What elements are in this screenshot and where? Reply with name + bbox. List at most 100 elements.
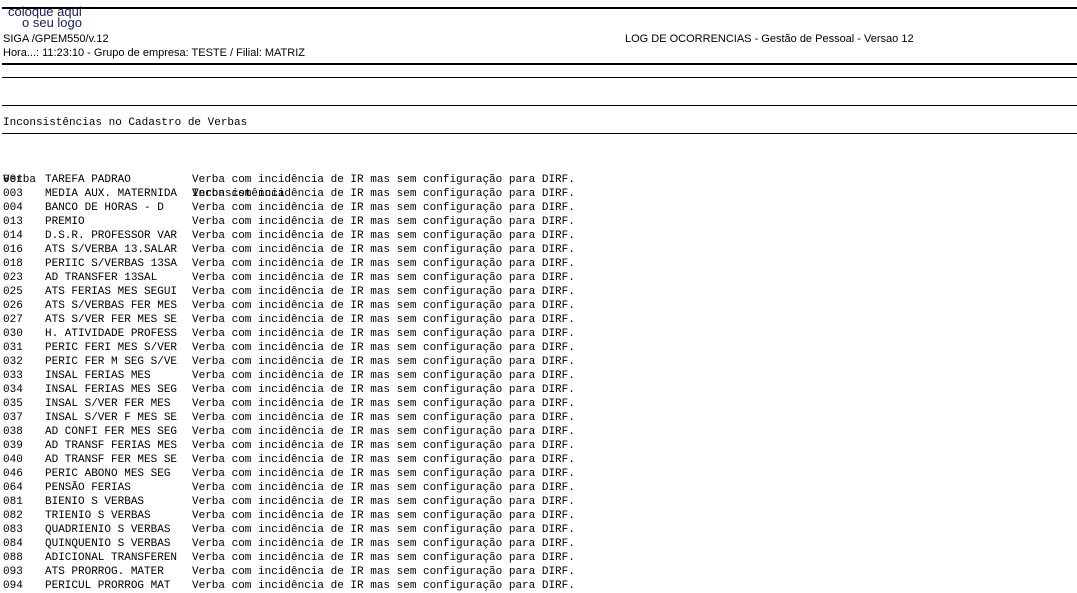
table-row: 039 AD TRANSF FERIAS MES Verba com incidên… xyxy=(3,439,575,453)
table-row: 084 QUINQUENIO S VERBAS Verba com incidênc… xyxy=(3,537,575,551)
table-row: 025 ATS FERIAS MES SEGUI Verba com incidên… xyxy=(3,285,575,299)
verba-name: ATS S/VERBA 13.SALAR xyxy=(45,244,178,256)
verba-name: INSAL S/VER FER MES xyxy=(45,398,171,410)
inconsistency-message: Verba com incidência de IR mas sem confi… xyxy=(192,286,575,298)
table-row: 014 D.S.R. PROFESSOR VAR Verba com incidên… xyxy=(3,229,575,243)
verba-name: QUADRIENIO S VERBAS xyxy=(45,524,171,536)
inconsistency-message: Verba com incidência de IR mas sem confi… xyxy=(192,552,575,564)
inconsistency-message: Verba com incidência de IR mas sem confi… xyxy=(192,496,575,508)
inconsistency-message: Verba com incidência de IR mas sem confi… xyxy=(192,188,575,200)
inconsistency-message: Verba com incidência de IR mas sem confi… xyxy=(192,468,575,480)
verba-name: AD TRANSF FERIAS MES xyxy=(45,440,178,452)
verba-code: 032 xyxy=(3,356,23,368)
table-row: 037 INSAL S/VER F MES SE Verba com incidên… xyxy=(3,411,575,425)
inconsistency-message: Verba com incidência de IR mas sem confi… xyxy=(192,230,575,242)
verba-name: TRIENIO S VERBAS xyxy=(45,510,151,522)
divider-2 xyxy=(2,105,1077,106)
verba-code: 083 xyxy=(3,524,23,536)
verba-name: ATS PRORROG. MATER xyxy=(45,566,164,578)
table-row: 030 H. ATIVIDADE PROFESS Verba com incidên… xyxy=(3,327,575,341)
table-row: 046 PERIC ABONO MES SEG Verba com incidênc… xyxy=(3,467,575,481)
verba-name: PERIC ABONO MES SEG xyxy=(45,468,171,480)
verba-name: ATS S/VER FER MES SE xyxy=(45,314,178,326)
table-row: 004 BANCO DE HORAS - D Verba com incidênci… xyxy=(3,201,575,215)
table-row: 064 PENSÃO FERIAS Verba com incidência de … xyxy=(3,481,575,495)
report-title: LOG DE OCORRENCIAS - Gestão de Pessoal -… xyxy=(625,33,914,45)
table-row: 026 ATS S/VERBAS FER MES Verba com incidên… xyxy=(3,299,575,313)
verba-name: QUINQUENIO S VERBAS xyxy=(45,538,171,550)
verba-code: 046 xyxy=(3,468,23,480)
verba-name: INSAL FERIAS MES SEG xyxy=(45,384,178,396)
verba-code: 082 xyxy=(3,510,23,522)
verba-code: 040 xyxy=(3,454,23,466)
verba-name: TAREFA PADRAO xyxy=(45,174,131,186)
verba-name: AD CONFI FER MES SEG xyxy=(45,426,178,438)
inconsistency-message: Verba com incidência de IR mas sem confi… xyxy=(192,524,575,536)
verba-code: 026 xyxy=(3,300,23,312)
verba-code: 003 xyxy=(3,188,23,200)
verba-code: 030 xyxy=(3,328,23,340)
inconsistency-message: Verba com incidência de IR mas sem confi… xyxy=(192,538,575,550)
verba-code: 018 xyxy=(3,258,23,270)
top-rule xyxy=(2,7,1077,9)
header-rule xyxy=(2,63,1077,65)
table-row: 013 PREMIO Verba com incidência de IR mas … xyxy=(3,215,575,229)
table-row: 018 PERIIC S/VERBAS 13SA Verba com incidên… xyxy=(3,257,575,271)
table-row: 027 ATS S/VER FER MES SE Verba com incidên… xyxy=(3,313,575,327)
section-title: Inconsistências no Cadastro de Verbas xyxy=(3,117,248,129)
inconsistency-message: Verba com incidência de IR mas sem confi… xyxy=(192,328,575,340)
inconsistency-message: Verba com incidência de IR mas sem confi… xyxy=(192,482,575,494)
verba-name: PREMIO xyxy=(45,216,85,228)
inconsistency-message: Verba com incidência de IR mas sem confi… xyxy=(192,356,575,368)
verba-code: 084 xyxy=(3,538,23,550)
inconsistency-message: Verba com incidência de IR mas sem confi… xyxy=(192,384,575,396)
verba-name: AD TRANSFER 13SAL xyxy=(45,272,158,284)
table-row: 033 INSAL FERIAS MES Verba com incidência … xyxy=(3,369,575,383)
inconsistency-message: Verba com incidência de IR mas sem confi… xyxy=(192,440,575,452)
verba-name: BANCO DE HORAS - D xyxy=(45,202,164,214)
verba-code: 093 xyxy=(3,566,23,578)
inconsistency-message: Verba com incidência de IR mas sem confi… xyxy=(192,426,575,438)
inconsistency-message: Verba com incidência de IR mas sem confi… xyxy=(192,216,575,228)
verbas-table: Verba Inconsistência 001 TAREFA PADRAO Ver… xyxy=(3,159,575,593)
inconsistency-message: Verba com incidência de IR mas sem confi… xyxy=(192,342,575,354)
table-row: 032 PERIC FER M SEG S/VE Verba com incidên… xyxy=(3,355,575,369)
table-row: 093 ATS PRORROG. MATER Verba com incidênci… xyxy=(3,565,575,579)
verba-code: 027 xyxy=(3,314,23,326)
table-header: Verba Inconsistência xyxy=(3,159,284,200)
verba-code: 031 xyxy=(3,342,23,354)
verba-code: 016 xyxy=(3,244,23,256)
inconsistency-message: Verba com incidência de IR mas sem confi… xyxy=(192,314,575,326)
inconsistency-message: Verba com incidência de IR mas sem confi… xyxy=(192,258,575,270)
verba-code: 081 xyxy=(3,496,23,508)
verba-name: PERICUL PRORROG MAT xyxy=(45,580,171,592)
verba-code: 014 xyxy=(3,230,23,242)
inconsistency-message: Verba com incidência de IR mas sem confi… xyxy=(192,272,575,284)
verba-name: PERIIC S/VERBAS 13SA xyxy=(45,258,178,270)
program-id: SIGA /GPEM550/v.12 xyxy=(3,33,109,45)
inconsistency-message: Verba com incidência de IR mas sem confi… xyxy=(192,202,575,214)
inconsistency-message: Verba com incidência de IR mas sem confi… xyxy=(192,580,575,592)
company-logo: coloque aqui o seu logo xyxy=(8,5,82,29)
verba-code: 025 xyxy=(3,286,23,298)
verba-code: 094 xyxy=(3,580,23,592)
table-row: 001 TAREFA PADRAO Verba com incidência de … xyxy=(3,173,575,187)
table-row: 083 QUADRIENIO S VERBAS Verba com incidênc… xyxy=(3,523,575,537)
inconsistency-message: Verba com incidência de IR mas sem confi… xyxy=(192,566,575,578)
table-row: 031 PERIC FERI MES S/VER Verba com incidên… xyxy=(3,341,575,355)
table-row: 023 AD TRANSFER 13SAL Verba com incidência… xyxy=(3,271,575,285)
verba-code: 088 xyxy=(3,552,23,564)
verba-code: 023 xyxy=(3,272,23,284)
table-row: 034 INSAL FERIAS MES SEG Verba com incidên… xyxy=(3,383,575,397)
verba-name: PERIC FER M SEG S/VE xyxy=(45,356,178,368)
verba-name: AD TRANSF FER MES SE xyxy=(45,454,178,466)
section-rule xyxy=(2,133,1077,134)
inconsistency-message: Verba com incidência de IR mas sem confi… xyxy=(192,174,575,186)
verba-code: 004 xyxy=(3,202,23,214)
inconsistency-message: Verba com incidência de IR mas sem confi… xyxy=(192,300,575,312)
inconsistency-message: Verba com incidência de IR mas sem confi… xyxy=(192,412,575,424)
inconsistency-message: Verba com incidência de IR mas sem confi… xyxy=(192,454,575,466)
verba-code: 001 xyxy=(3,174,23,186)
inconsistency-message: Verba com incidência de IR mas sem confi… xyxy=(192,398,575,410)
verba-code: 038 xyxy=(3,426,23,438)
